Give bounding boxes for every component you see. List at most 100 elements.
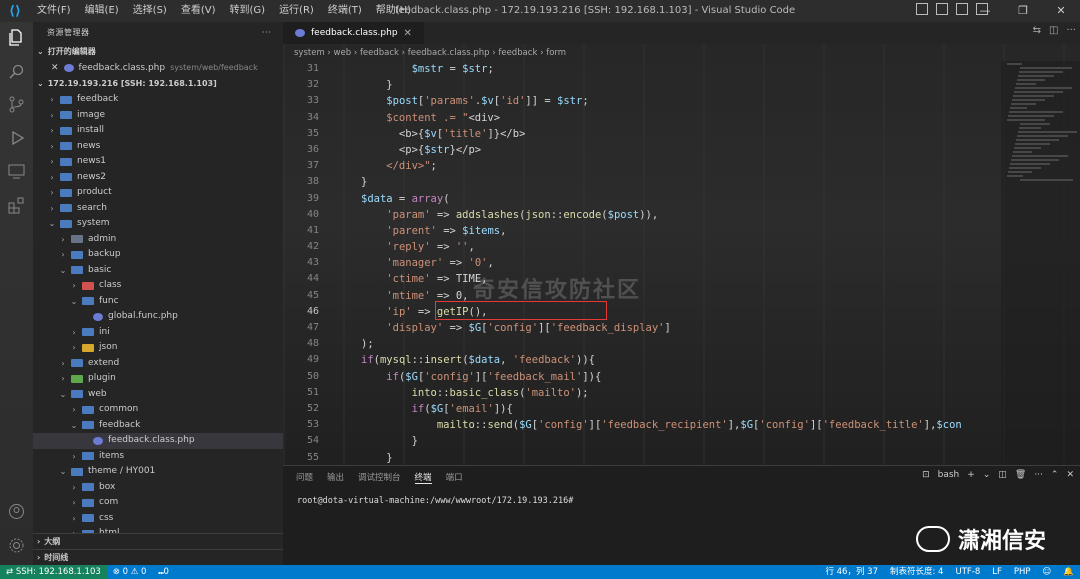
workspace-header[interactable]: ⌄ 172.19.193.216 [SSH: 192.168.1.103]	[33, 76, 283, 92]
split-terminal-icon[interactable]: ◫	[998, 470, 1007, 480]
layout-icon[interactable]	[916, 3, 928, 15]
extensions-icon[interactable]	[7, 196, 26, 215]
tree-item[interactable]: › image	[33, 108, 283, 124]
code-line[interactable]: 36 <p>{$str}</p>	[283, 142, 1003, 158]
menu-item[interactable]: 转到(G)	[223, 0, 273, 22]
menu-item[interactable]: 终端(T)	[321, 0, 369, 22]
breadcrumb-item[interactable]: web	[334, 48, 352, 58]
menu-item[interactable]: 查看(V)	[174, 0, 223, 22]
panel-tab[interactable]: 调试控制台	[358, 471, 401, 483]
tree-item[interactable]: ⌄ web	[33, 387, 283, 403]
code-line[interactable]: 47 'display' => $G['config']['feedback_d…	[283, 320, 1003, 336]
timeline-header[interactable]: › 时间线	[33, 549, 283, 565]
remote-sync-icon[interactable]: ⇆	[1033, 25, 1041, 36]
tree-item[interactable]: › product	[33, 185, 283, 201]
source-control-icon[interactable]	[7, 95, 26, 114]
explorer-icon[interactable]	[7, 28, 26, 47]
sidebar-toggle-icon[interactable]	[936, 3, 948, 15]
tree-item[interactable]: › admin	[33, 232, 283, 248]
panel-tab[interactable]: 输出	[327, 471, 344, 483]
tree-item[interactable]: › install	[33, 123, 283, 139]
code-line[interactable]: 50 if($G['config']['feedback_mail']){	[283, 369, 1003, 385]
code-line[interactable]: 48);	[283, 336, 1003, 352]
remote-indicator[interactable]: ⇄ SSH: 192.168.1.103	[0, 565, 107, 579]
more-actions-icon[interactable]: ···	[262, 22, 271, 44]
code-line[interactable]: 37 </div>";	[283, 158, 1003, 174]
breadcrumb-item[interactable]: feedback	[498, 48, 537, 58]
more-actions-icon[interactable]: ···	[1066, 25, 1076, 36]
close-icon[interactable]: ✕	[1066, 470, 1074, 480]
tree-item[interactable]: ⌄ func	[33, 294, 283, 310]
code-line[interactable]: 51 into::basic_class('mailto');	[283, 385, 1003, 401]
minimap[interactable]	[1001, 61, 1080, 465]
new-terminal-icon[interactable]: +	[967, 470, 975, 480]
tree-item[interactable]: › css	[33, 511, 283, 527]
more-actions-icon[interactable]: ···	[1034, 470, 1043, 480]
code-line[interactable]: 38}	[283, 174, 1003, 190]
split-editor-icon[interactable]: ◫	[1049, 25, 1058, 36]
code-line[interactable]: 41 'parent' => $items,	[283, 223, 1003, 239]
tab-feedback-class-php[interactable]: feedback.class.php ✕	[283, 22, 424, 44]
chevron-down-icon[interactable]: ⌄	[983, 470, 991, 480]
tree-item[interactable]: › class	[33, 278, 283, 294]
tree-item[interactable]: › box	[33, 480, 283, 496]
code-line[interactable]: 44 'ctime' => TIME,	[283, 271, 1003, 287]
panel-tab[interactable]: 端口	[446, 471, 463, 483]
trash-icon[interactable]: 🗑	[1015, 470, 1026, 480]
line-ending[interactable]: LF	[986, 565, 1008, 579]
code-line[interactable]: 46 'ip' => getIP(),	[283, 304, 1003, 320]
menu-item[interactable]: 文件(F)	[30, 0, 78, 22]
encoding[interactable]: UTF-8	[949, 565, 986, 579]
tree-item[interactable]: › search	[33, 201, 283, 217]
tree-item[interactable]: › json	[33, 340, 283, 356]
ports-count[interactable]: ⑉0	[152, 565, 175, 579]
terminal-output[interactable]: root@dota-virtual-machine:/www/wwwroot/1…	[283, 496, 1080, 506]
remote-explorer-icon[interactable]	[7, 162, 26, 181]
tree-item[interactable]: › items	[33, 449, 283, 465]
tree-item[interactable]: ⌄ theme / HY001	[33, 464, 283, 480]
tree-item[interactable]: ⌄ system	[33, 216, 283, 232]
menu-item[interactable]: 编辑(E)	[78, 0, 126, 22]
tree-item[interactable]: › common	[33, 402, 283, 418]
breadcrumb-item[interactable]: system	[294, 48, 325, 58]
account-icon[interactable]	[7, 502, 26, 521]
code-line[interactable]: 31 $mstr = $str;	[283, 61, 1003, 77]
code-line[interactable]: 45 'mtime' => 0,	[283, 288, 1003, 304]
menu-item[interactable]: 运行(R)	[272, 0, 321, 22]
code-line[interactable]: 43 'manager' => '0',	[283, 255, 1003, 271]
shell-name[interactable]: bash	[938, 470, 960, 480]
tree-item[interactable]: › com	[33, 495, 283, 511]
breadcrumb-item[interactable]: feedback.class.php	[408, 48, 490, 58]
tree-item[interactable]: global.func.php	[33, 309, 283, 325]
tree-item[interactable]: › plugin	[33, 371, 283, 387]
tree-item[interactable]: › news2	[33, 170, 283, 186]
bell-icon[interactable]: 🔔	[1057, 565, 1080, 579]
code-line[interactable]: 55 }	[283, 450, 1003, 466]
code-line[interactable]: 53 mailto::send($G['config']['feedback_r…	[283, 417, 1003, 433]
code-lines[interactable]: 31 $mstr = $str; 32 } 33 $post['params'.$v…	[283, 61, 1003, 465]
cursor-position[interactable]: 行 46，列 37	[819, 565, 884, 579]
close-tab-icon[interactable]: ✕	[404, 28, 412, 39]
tab-size[interactable]: 制表符长度: 4	[884, 565, 949, 579]
code-line[interactable]: 49 if(mysql::insert($data, 'feedback')){	[283, 352, 1003, 368]
minimize-icon[interactable]: —	[966, 0, 1004, 22]
breadcrumb-item[interactable]: form	[546, 48, 566, 58]
panel-tab[interactable]: 终端	[414, 471, 432, 484]
tree-item[interactable]: ⌄ feedback	[33, 418, 283, 434]
open-editors-header[interactable]: ⌄ 打开的编辑器	[33, 44, 283, 60]
settings-gear-icon[interactable]	[7, 536, 26, 555]
code-line[interactable]: 54 }	[283, 433, 1003, 449]
breadcrumb-item[interactable]: feedback	[360, 48, 399, 58]
code-line[interactable]: 42 'reply' => '',	[283, 239, 1003, 255]
code-line[interactable]: 40 'param' => addslashes(json::encode($p…	[283, 207, 1003, 223]
code-line[interactable]: 35 <b>{$v['title']}</b>	[283, 126, 1003, 142]
search-icon[interactable]	[7, 62, 26, 81]
code-line[interactable]: 34 $content .= "<div>	[283, 110, 1003, 126]
code-line[interactable]: 39 $data = array(	[283, 191, 1003, 207]
code-line[interactable]: 32 }	[283, 77, 1003, 93]
problems-count[interactable]: ⊗ 0 ⚠ 0	[107, 565, 153, 579]
close-icon[interactable]: ✕	[51, 60, 59, 76]
restore-icon[interactable]: ❐	[1004, 0, 1042, 22]
close-icon[interactable]: ✕	[1042, 0, 1080, 22]
maximize-panel-icon[interactable]: ⌃	[1051, 470, 1059, 480]
